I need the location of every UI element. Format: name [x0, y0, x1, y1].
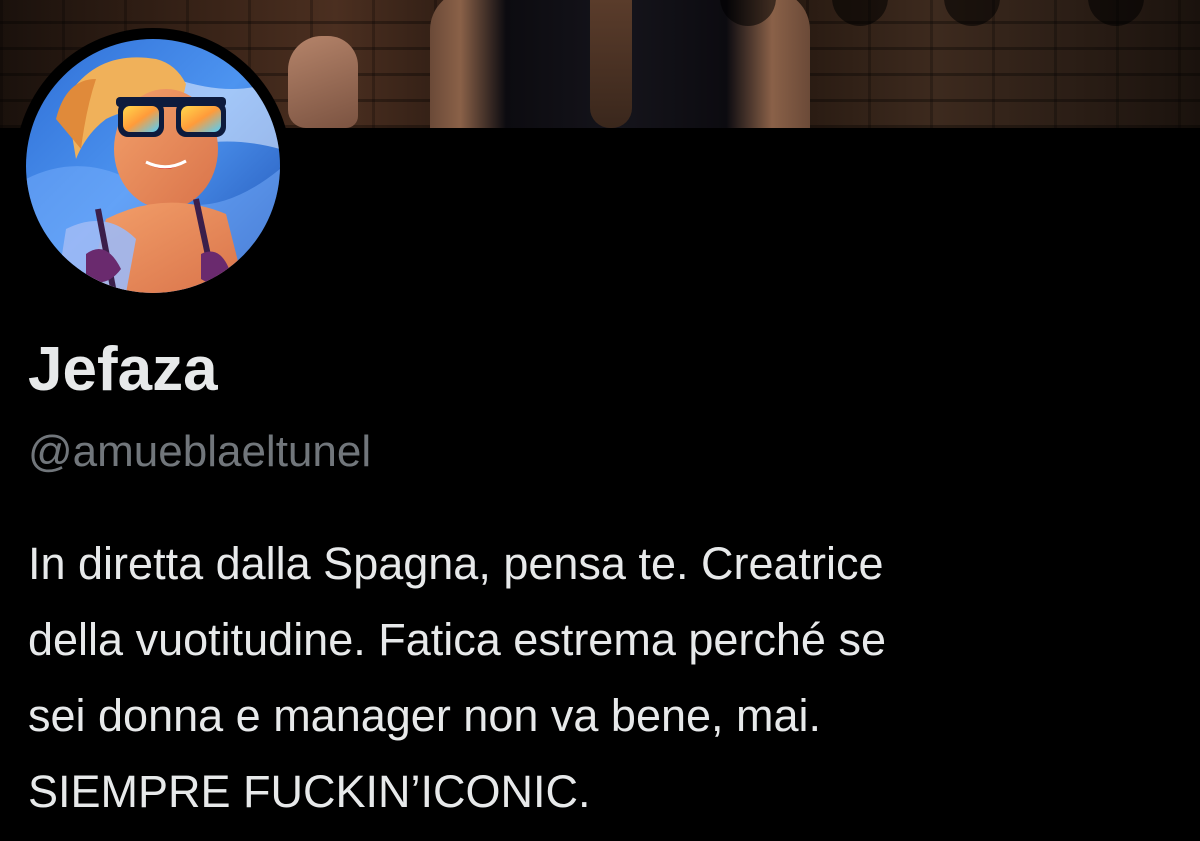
header-figure-neckline	[590, 0, 632, 128]
profile-display-name: Jefaza	[28, 335, 218, 404]
bio-line: della vuotitudine. Fatica estrema perché…	[28, 614, 886, 665]
bio-line: SIEMPRE FUCKIN’ICONIC.	[28, 766, 591, 817]
bio-line: In diretta dalla Spagna, pensa te. Creat…	[28, 538, 884, 589]
avatar[interactable]	[26, 39, 280, 293]
profile-handle: @amueblaeltunel	[28, 427, 372, 476]
avatar-image	[26, 39, 280, 293]
profile-bio: In diretta dalla Spagna, pensa te. Creat…	[28, 526, 1188, 830]
hand-with-cigarette	[288, 36, 358, 128]
bio-line: sei donna e manager non va bene, mai.	[28, 690, 822, 741]
